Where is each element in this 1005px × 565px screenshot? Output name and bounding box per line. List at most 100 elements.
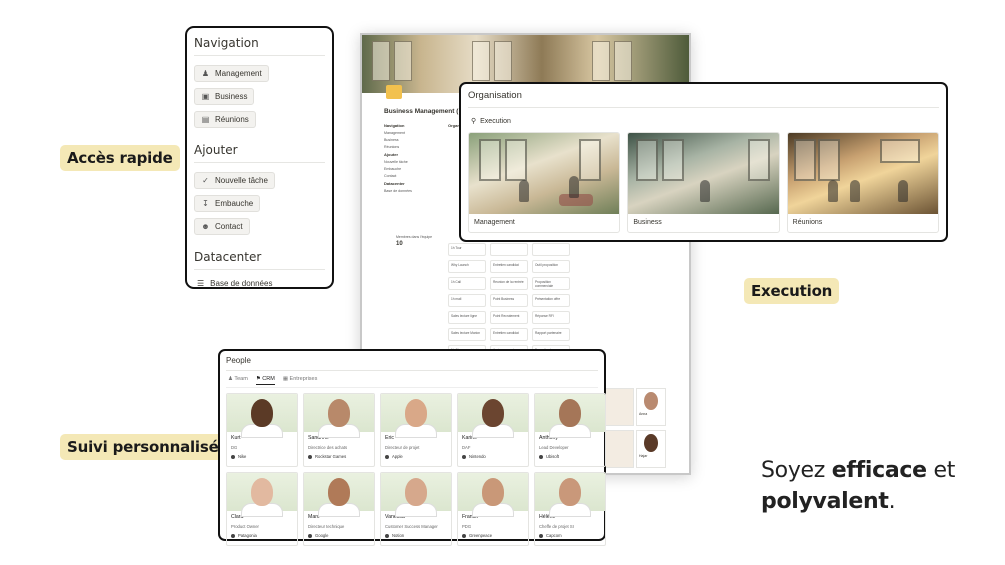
mini-task-card[interactable]: Présentation offre	[532, 294, 570, 307]
company-logo-icon	[308, 454, 312, 459]
nav-management-button[interactable]: ♟ Management	[194, 65, 269, 82]
avatar	[381, 473, 451, 517]
person-card[interactable]: Clara Product Owner Patagonia	[226, 472, 298, 546]
tab-entreprises[interactable]: ▦ Entreprises	[283, 376, 318, 385]
person-card[interactable]: Vanessa Customer Success Manager Notion	[380, 472, 452, 546]
quick-access-panel: Navigation ♟ Management ▣ Business ▤ Réunio…	[185, 26, 334, 289]
mini-task-card[interactable]: Rapport partenaire	[532, 328, 570, 341]
person-card[interactable]: Sandrine Directrice des achats Rockstar Ga…	[303, 393, 375, 467]
tagline: Soyez efficace et polyvalent.	[761, 458, 956, 514]
company-logo-icon	[539, 533, 543, 538]
company-logo-icon	[231, 533, 235, 538]
person-company: Apple	[381, 453, 451, 460]
execution-tab[interactable]: ⚲ Execution	[471, 117, 939, 126]
check-icon: ✓	[202, 176, 209, 185]
nav-reunions-button[interactable]: ▤ Réunions	[194, 111, 256, 128]
side-card-name: Hajar	[639, 454, 648, 458]
person-company: Patagonia	[227, 532, 297, 539]
people-icon: ♟	[201, 69, 210, 78]
company-logo-icon	[231, 454, 235, 459]
mini-task-card[interactable]: Point Recrutement	[490, 311, 528, 324]
person-role: Directrice des achats	[308, 445, 348, 450]
company-logo-icon	[462, 533, 466, 538]
avatar	[304, 394, 374, 438]
mini-task-card[interactable]: Sales lecture ligne	[448, 311, 486, 324]
doc-nav-item[interactable]: Business	[384, 138, 412, 142]
avatar	[227, 473, 297, 517]
avatar	[381, 394, 451, 438]
person-card[interactable]: Karine DAF Nintendo	[457, 393, 529, 467]
tab-team[interactable]: ♟ Team	[228, 376, 248, 385]
person-role: DAF	[462, 445, 471, 450]
navigation-heading: Navigation	[194, 36, 325, 56]
new-task-button[interactable]: ✓ Nouvelle tâche	[194, 172, 275, 189]
people-title: People	[226, 356, 598, 371]
person-role: DG	[231, 445, 238, 450]
mini-task-card[interactable]: Outil proposition	[532, 260, 570, 273]
avatar	[458, 473, 528, 517]
datacenter-heading: Datacenter	[194, 250, 325, 270]
person-card[interactable]: Kurt DG Nike	[226, 393, 298, 467]
nav-business-button[interactable]: ▣ Business	[194, 88, 255, 105]
person-company: Capcom	[535, 532, 605, 539]
money-icon: ▣	[201, 92, 210, 101]
person-company: Nike	[227, 453, 297, 460]
search-icon: ⚲	[471, 118, 477, 125]
tab-crm[interactable]: ⚑ CRM	[255, 376, 275, 385]
mini-task-card[interactable]: Why Launch	[448, 260, 486, 273]
person-role: Directeur technique	[308, 524, 345, 529]
mini-task-card[interactable]: Réponse RFI	[532, 311, 570, 324]
mini-task-card[interactable]: Reunion de la rentrée	[490, 277, 528, 290]
person-company: Notion	[381, 532, 451, 539]
management-image	[469, 133, 620, 214]
person-card[interactable]: Hélène Cheffe de projet SI Capcom	[534, 472, 606, 546]
mini-task-card[interactable]: Sales lecture Marion	[448, 328, 486, 341]
avatar	[304, 473, 374, 517]
person-role: PDG	[462, 524, 472, 529]
embauche-button[interactable]: ↧ Embauche	[194, 195, 261, 212]
org-card-management[interactable]: Management	[468, 132, 621, 233]
person-card[interactable]: Anthony Lead Developer Ubisoft	[534, 393, 606, 467]
person-role: Product Owner	[231, 524, 259, 529]
person-company: Google	[304, 532, 374, 539]
acces-rapide-tag: Accès rapide	[60, 145, 180, 171]
doc-nav-item[interactable]: Réunions	[384, 145, 412, 149]
download-icon: ↧	[202, 199, 209, 208]
suivi-tag: Suivi personnalisé	[60, 434, 226, 460]
folder-icon	[386, 85, 402, 99]
company-logo-icon	[385, 454, 389, 459]
mini-task-card[interactable]	[490, 243, 528, 256]
person-card[interactable]: Eric Directeur de projet Apple	[380, 393, 452, 467]
mini-task-card[interactable]: 1h Tour	[448, 243, 486, 256]
side-card-name: Anna	[639, 412, 648, 416]
mini-task-card[interactable]: Point Business	[490, 294, 528, 307]
mini-task-card[interactable]: 1h Call	[448, 277, 486, 290]
database-link[interactable]: ☰ Base de données	[194, 277, 325, 290]
people-panel: People ♟ Team ⚑ CRM ▦ Entreprises Kurt DG…	[218, 349, 606, 546]
person-card[interactable]: Marc Directeur technique Google	[303, 472, 375, 546]
mini-task-card[interactable]: Entretien candidat	[490, 260, 528, 273]
person-role: Lead Developer	[539, 445, 569, 450]
company-logo-icon	[385, 533, 389, 538]
doc-title: Business Management (	[384, 108, 459, 115]
person-company: Greenpeace	[458, 532, 528, 539]
mini-task-card[interactable]: Entretien candidat	[490, 328, 528, 341]
person-card[interactable]: Franck PDG Greenpeace	[457, 472, 529, 546]
organisation-panel: Organisation ⚲ Execution Management Busi…	[459, 82, 948, 242]
org-card-reunions[interactable]: Réunions	[786, 132, 939, 233]
people-grid: Kurt DG Nike Sandrine Directrice des achats R…	[226, 393, 606, 546]
mini-task-card[interactable]: Proposition commerciale	[532, 277, 570, 290]
company-logo-icon	[308, 533, 312, 538]
doc-nav-item[interactable]: Management	[384, 131, 412, 135]
doc-add-item[interactable]: Nouvelle tâche	[384, 160, 412, 164]
doc-add-item[interactable]: Embauche	[384, 167, 412, 171]
avatar	[458, 394, 528, 438]
doc-db-item[interactable]: Base de données	[384, 189, 412, 193]
person-company: Ubisoft	[535, 453, 605, 460]
mini-task-card[interactable]: 1h mail	[448, 294, 486, 307]
org-card-business[interactable]: Business	[627, 132, 780, 233]
contact-button[interactable]: ☻ Contact	[194, 218, 250, 235]
doc-add-item[interactable]: Contact	[384, 174, 412, 178]
mini-task-card[interactable]	[532, 243, 570, 256]
doc-task-grid: 1h Tour Why Launch Entretien candidat Ou…	[448, 243, 570, 358]
